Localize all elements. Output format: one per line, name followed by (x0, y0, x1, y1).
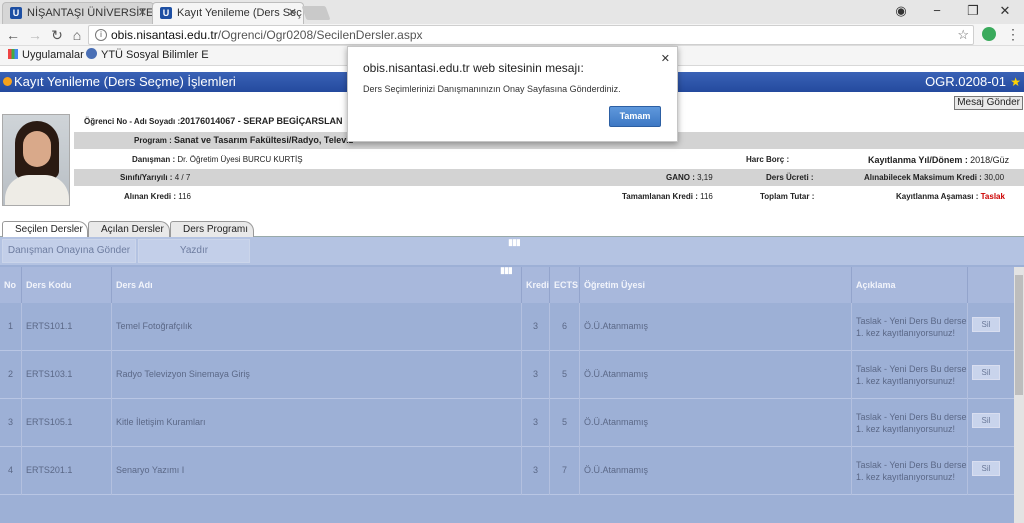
delete-course-button[interactable]: Sil (972, 461, 1000, 476)
tab-open-courses[interactable]: Açılan Dersler (88, 221, 170, 237)
browser-menu-icon[interactable]: ⋮ (1006, 26, 1020, 43)
extension-icon[interactable] (982, 27, 996, 41)
delete-course-button[interactable]: Sil (972, 317, 1000, 332)
send-message-button[interactable]: Mesaj Gönder (954, 96, 1023, 110)
table-row[interactable]: 3 ERTS105.1 Kitle İletişim Kuramları 3 5… (0, 399, 1014, 447)
page-tabs: Seçilen Dersler Açılan Dersler Ders Prog… (0, 219, 1024, 237)
university-favicon-icon: U (10, 7, 22, 19)
column-ects[interactable]: ECTS (550, 267, 580, 303)
url-path: /Ogrenci/Ogr0208/SecilenDersler.aspx (217, 28, 423, 42)
bookmark-star-icon[interactable]: ☆ (957, 26, 969, 44)
bookmark-apps[interactable]: Uygulamalar (8, 46, 84, 65)
column-credit[interactable]: Kredi (522, 267, 550, 303)
selected-courses-panel: Danışman Onayına Gönder Yazdır ▮▮▮ No De… (0, 237, 1024, 523)
class-row: Sınıfı/Yarıyılı : 4 / 7 GANO : 3,19 Ders… (74, 169, 1024, 186)
home-icon[interactable]: ⌂ (68, 26, 86, 44)
resize-grip-icon[interactable]: ▮▮▮ (508, 237, 521, 248)
tab-title: Kayıt Yenileme (Ders Seç (177, 7, 302, 19)
info-icon[interactable]: i (95, 29, 107, 41)
browser-tab-kayit[interactable]: U Kayıt Yenileme (Ders Seç ✕ (152, 2, 304, 24)
close-icon[interactable]: ✕ (138, 3, 147, 23)
close-icon[interactable]: ✕ (288, 3, 297, 23)
alert-dialog: obis.nisantasi.edu.tr web sitesinin mesa… (347, 46, 678, 142)
student-photo (2, 114, 70, 206)
table-row[interactable]: 2 ERTS103.1 Radyo Televizyon Sinemaya Gi… (0, 351, 1014, 399)
restore-icon[interactable]: ❐ (958, 0, 988, 24)
page-title: Kayıt Yenileme (Ders Seçme) İşlemleri (14, 74, 236, 89)
new-tab-button[interactable] (301, 6, 331, 20)
browser-tab-nisantasi[interactable]: U NİŞANTAŞI ÜNİVERSİTES ✕ (2, 2, 154, 24)
table-row[interactable]: 1 ERTS101.1 Temel Fotoğrafçılık 3 6 Ö.Ü.… (0, 303, 1014, 351)
profile-icon[interactable]: ◉ (886, 0, 916, 24)
column-no[interactable]: No (0, 267, 22, 303)
credit-row: Alınan Kredi : 116 Tamamlanan Kredi : 11… (124, 192, 1005, 201)
dialog-message: Ders Seçimlerinizi Danışmanınızın Onay S… (363, 84, 621, 94)
scrollbar-thumb[interactable] (1015, 275, 1023, 395)
delete-course-button[interactable]: Sil (972, 413, 1000, 428)
favorite-star-icon[interactable]: ★ (1010, 72, 1021, 92)
minimize-icon[interactable]: − (922, 0, 952, 24)
address-bar-row: ← → ↻ ⌂ i obis.nisantasi.edu.tr/Ogrenci/… (0, 24, 1024, 46)
dialog-close-icon[interactable]: ✕ (661, 52, 670, 65)
tab-selected-courses[interactable]: Seçilen Dersler (2, 221, 88, 237)
table-header: No Ders Kodu Ders Adı Kredi ECTS Öğretim… (0, 265, 1014, 303)
column-instructor[interactable]: Öğretim Üyesi (580, 267, 852, 303)
bookmark-ytu[interactable]: YTÜ Sosyal Bilimler E (86, 46, 209, 65)
page-code: OGR.0208-01 (925, 74, 1006, 89)
tab-course-schedule[interactable]: Ders Programı (170, 221, 254, 237)
tab-title: NİŞANTAŞI ÜNİVERSİTES (27, 7, 154, 19)
advisor-row: Danışman : Dr. Öğretim Üyesi BURCU KURTİ… (132, 155, 1010, 165)
column-name[interactable]: Ders Adı (112, 267, 522, 303)
course-toolbar: Danışman Onayına Gönder Yazdır ▮▮▮ (0, 237, 1024, 265)
column-code[interactable]: Ders Kodu (22, 267, 112, 303)
print-button[interactable]: Yazdır (138, 239, 250, 263)
reload-icon[interactable]: ↻ (48, 26, 66, 44)
globe-icon (86, 48, 97, 59)
back-icon[interactable]: ← (4, 26, 22, 44)
university-favicon-icon: U (160, 7, 172, 19)
browser-tab-bar: U NİŞANTAŞI ÜNİVERSİTES ✕ U Kayıt Yenile… (0, 0, 1024, 24)
table-row[interactable]: 4 ERTS201.1 Senaryo Yazımı I 3 7 Ö.Ü.Ata… (0, 447, 1014, 495)
column-action (968, 267, 1014, 303)
delete-course-button[interactable]: Sil (972, 365, 1000, 380)
title-bullet-icon (3, 77, 12, 86)
vertical-scrollbar[interactable] (1014, 267, 1024, 523)
window-close-icon[interactable]: ✕ (990, 0, 1020, 24)
column-description[interactable]: Açıklama (852, 267, 968, 303)
apps-grid-icon (8, 49, 18, 59)
dialog-ok-button[interactable]: Tamam (609, 106, 661, 127)
url-input[interactable]: i obis.nisantasi.edu.tr/Ogrenci/Ogr0208/… (88, 25, 974, 45)
forward-icon[interactable]: → (26, 26, 44, 44)
send-to-advisor-button[interactable]: Danışman Onayına Gönder (2, 239, 136, 263)
dialog-title: obis.nisantasi.edu.tr web sitesinin mesa… (363, 61, 584, 75)
resize-grip-icon[interactable]: ▮▮▮ (500, 265, 513, 276)
stage-status: Taslak (980, 192, 1005, 201)
url-host: obis.nisantasi.edu.tr (111, 28, 218, 42)
